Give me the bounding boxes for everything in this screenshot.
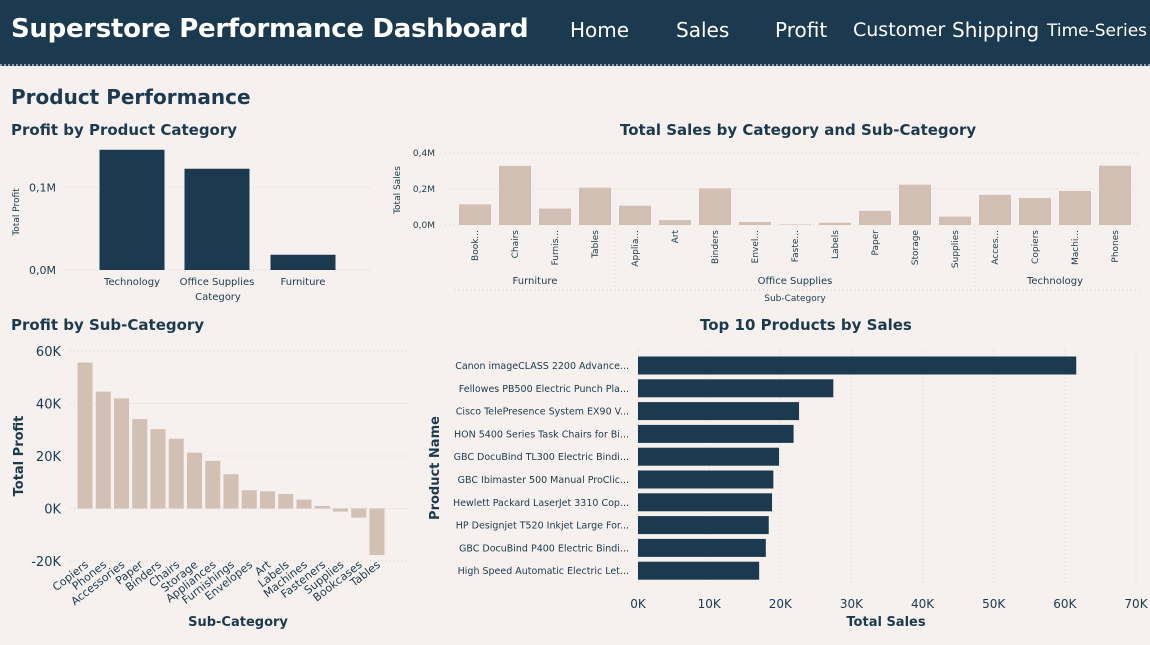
x-tick-label: 10K — [698, 597, 722, 611]
y-tick-label: HP Designjet T520 Inkjet Large For... — [456, 521, 629, 532]
x-tick-label: 30K — [840, 597, 864, 611]
y-tick-label: GBC Ibimaster 500 Manual ProClic... — [458, 475, 629, 486]
bar-product — [638, 516, 769, 535]
y-tick-label: Cisco TelePresence System EX90 V... — [456, 407, 629, 418]
x-tick-label: 0K — [630, 597, 647, 611]
bar-product — [638, 538, 766, 557]
bar-product — [638, 402, 800, 421]
y-tick-label: High Speed Automatic Electric Let... — [458, 566, 629, 577]
y-tick-label: Canon imageCLASS 2200 Advance... — [455, 361, 629, 372]
y-tick-label: Hewlett Packard LaserJet 3310 Cop... — [453, 498, 629, 509]
y-tick-label: Fellowes PB500 Electric Punch Pla... — [459, 384, 629, 395]
bar-product — [638, 447, 780, 466]
bar-product — [638, 379, 834, 398]
y-tick-label: HON 5400 Series Task Chairs for Bi... — [454, 429, 629, 440]
x-tick-label: 50K — [982, 597, 1006, 611]
y-tick-label: GBC DocuBind TL300 Electric Bindi... — [454, 452, 629, 463]
bar-product — [638, 493, 773, 512]
x-tick-label: 70K — [1124, 597, 1148, 611]
y-axis-title: Product Name — [428, 416, 443, 520]
top-products-chart: 0K 10K 20K 30K 40K 50K 60K 70K Canon imageCLASS … — [428, 350, 1149, 630]
bar-product — [638, 470, 774, 489]
x-tick-label: 60K — [1053, 597, 1077, 611]
y-tick-label: GBC DocuBind P400 Electric Bindi... — [459, 543, 629, 554]
x-axis-title: Total Sales — [846, 615, 925, 630]
x-tick-label: 20K — [769, 597, 793, 611]
bar-product — [638, 424, 794, 443]
bar-product — [638, 356, 1077, 375]
x-tick-label: 40K — [911, 597, 935, 611]
bar-product — [638, 561, 760, 580]
